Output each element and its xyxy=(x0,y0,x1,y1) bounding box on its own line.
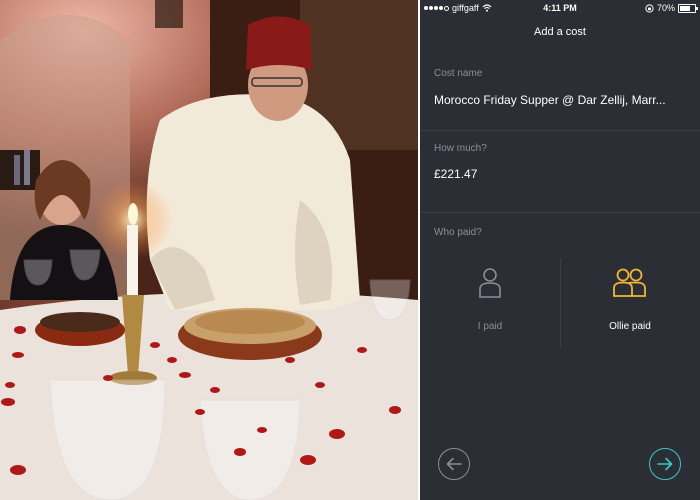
amount-label: How much? xyxy=(434,143,487,154)
status-bar: giffgaff 4:11 PM 70% xyxy=(420,0,700,18)
divider xyxy=(420,130,700,131)
battery-icon xyxy=(678,3,698,13)
ollie-paid-option[interactable]: Ollie paid xyxy=(560,255,700,355)
dinner-photo xyxy=(0,0,418,500)
single-person-icon xyxy=(420,255,560,307)
i-paid-label: I paid xyxy=(477,321,503,332)
status-right: 70% xyxy=(645,3,698,13)
who-paid-label: Who paid? xyxy=(434,227,482,238)
battery-percent: 70% xyxy=(656,3,675,13)
phone-screen: giffgaff 4:11 PM 70% Add a cost Cost nam… xyxy=(420,0,700,500)
screen-title: Add a cost xyxy=(534,26,586,38)
back-button[interactable] xyxy=(438,448,470,480)
photo-illustration xyxy=(0,0,418,500)
battery-level xyxy=(680,5,690,11)
ollie-paid-label: Ollie paid xyxy=(609,321,651,332)
arrow-left-icon xyxy=(446,457,462,471)
two-people-icon xyxy=(560,255,700,307)
i-paid-option[interactable]: I paid xyxy=(420,255,560,355)
cost-name-label: Cost name xyxy=(434,68,483,79)
cost-name-field[interactable]: Morocco Friday Supper @ Dar Zellij, Marr… xyxy=(434,93,666,107)
arrow-right-icon xyxy=(657,457,673,471)
amount-field[interactable]: £221.47 xyxy=(434,167,477,181)
rotation-lock-icon xyxy=(645,3,654,13)
divider xyxy=(420,212,700,213)
next-button[interactable] xyxy=(649,448,681,480)
